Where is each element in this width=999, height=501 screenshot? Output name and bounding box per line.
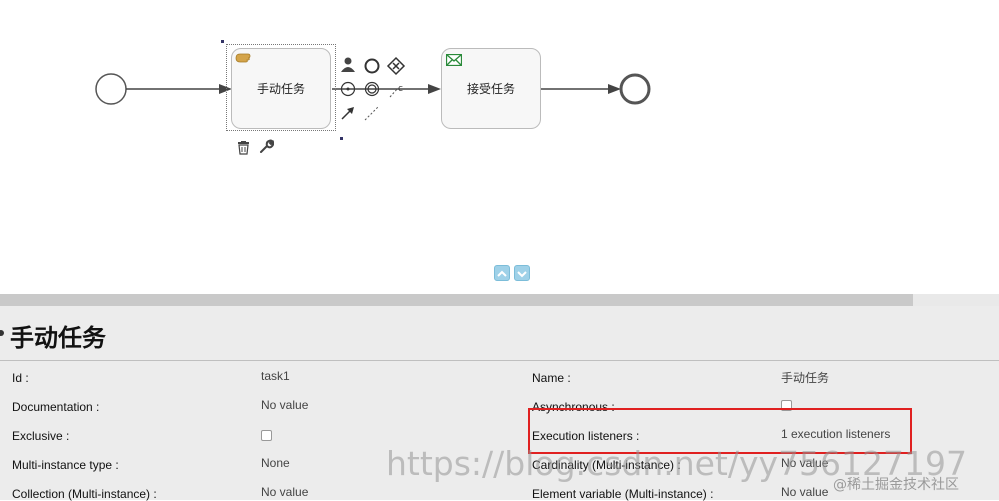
diagram-canvas[interactable]: c 手动任务 接受任务 [0,0,999,294]
prop-cardinality-value[interactable]: No value [781,456,828,470]
prop-id-label: Id : [12,371,29,385]
diagram-svg: c [95,40,651,140]
prop-cardinality-label: Cardinality (Multi-instance) : [532,458,681,472]
start-event[interactable] [95,73,127,105]
collapse-up-button[interactable] [494,265,510,281]
scrollbar-track [913,294,999,306]
horizontal-scrollbar[interactable] [0,294,913,306]
wrench-icon[interactable] [259,139,275,158]
prop-element-variable-label: Element variable (Multi-instance) : [532,487,714,501]
sequence-flow-2-arrow [428,84,441,94]
collapse-up-icon [497,270,507,277]
prop-collection-label: Collection (Multi-instance) : [12,487,157,501]
prop-collection-value[interactable]: No value [261,485,308,499]
envelope-icon [445,53,463,69]
prop-multi-instance-type-value[interactable]: None [261,456,290,470]
hand-icon [235,52,251,67]
title-bullet [0,330,4,336]
prop-documentation-label: Documentation : [12,400,100,414]
association-icon[interactable] [364,105,380,121]
svg-text:c: c [398,84,403,94]
event-circle-icon[interactable] [364,58,380,74]
trash-icon[interactable] [237,140,250,159]
gateway-icon[interactable] [386,56,406,76]
prop-exclusive-label: Exclusive : [12,429,70,443]
title-divider [0,360,999,361]
text-annotation-icon[interactable]: c [389,84,403,98]
prop-multi-instance-type-label: Multi-instance type : [12,458,119,472]
selection-handle-tl[interactable] [221,40,224,43]
prop-exclusive-checkbox[interactable] [261,430,272,441]
prop-name-label: Name : [532,371,571,385]
manual-task[interactable]: 手动任务 [231,48,331,129]
prop-name-value[interactable]: 手动任务 [781,369,829,386]
receive-task-label: 接受任务 [466,82,515,96]
prop-id-value[interactable]: task1 [261,369,290,383]
highlight-box [528,408,912,454]
selection-handle-br[interactable] [340,137,343,140]
site-watermark: @稀土掘金技术社区 [833,477,959,493]
sequence-flow-3-arrow [608,84,621,94]
prop-element-variable-value[interactable]: No value [781,485,828,499]
sequence-arrow-icon[interactable] [341,107,354,120]
receive-task[interactable]: 接受任务 [441,48,541,129]
manual-task-label: 手动任务 [256,82,305,96]
user-icon[interactable] [341,57,355,73]
expand-down-button[interactable] [514,265,530,281]
prop-documentation-value[interactable]: No value [261,398,308,412]
properties-panel: 手动任务 Id : task1 Documentation : No value… [0,306,999,501]
end-event[interactable] [619,73,651,105]
expand-down-icon [517,271,527,278]
properties-title: 手动任务 [10,324,106,352]
